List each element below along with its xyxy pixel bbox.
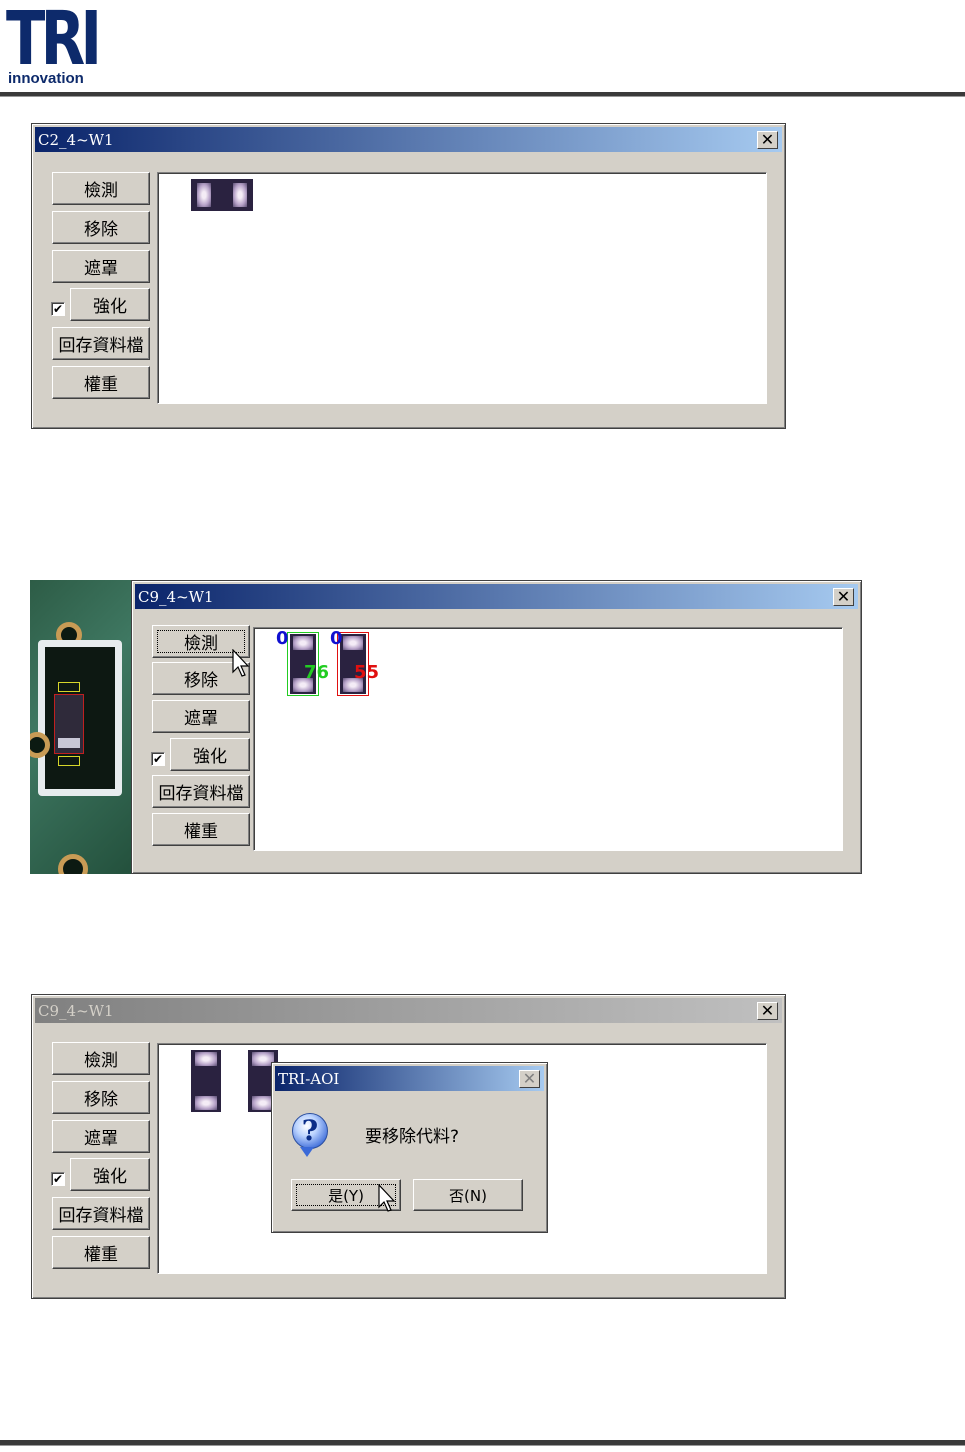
no-button[interactable]: 否(N) (413, 1179, 523, 1211)
confirm-dialog: TRI-AOI ✕ ? 要移除代料? 是(Y) 否(N) (271, 1062, 548, 1233)
component-thumbnail (191, 179, 253, 211)
image-panel[interactable] (157, 172, 767, 404)
window-title: C9_4~W1 (38, 1001, 114, 1020)
component-window-2: C9_4~W1 ✕ 檢測 移除 遮罩 ✔ 強化 回存資料檔 權重 0 76 0 … (131, 580, 862, 874)
detection-score: 55 (354, 662, 380, 683)
save-data-button[interactable]: 回存資料檔 (52, 1197, 150, 1230)
titlebar[interactable]: C9_4~W1 ✕ (135, 584, 858, 609)
enhance-button[interactable]: 強化 (170, 738, 250, 771)
window-title: C2_4~W1 (38, 130, 114, 149)
save-data-button[interactable]: 回存資料檔 (52, 327, 150, 360)
component-window-3: C9_4~W1 ✕ 檢測 移除 遮罩 ✔ 強化 回存資料檔 權重 TRI-AOI… (31, 994, 786, 1299)
save-data-button[interactable]: 回存資料檔 (152, 775, 250, 808)
mask-button[interactable]: 遮罩 (52, 250, 150, 283)
component-window-1: C2_4~W1 ✕ 檢測 移除 遮罩 ✔ 強化 回存資料檔 權重 (31, 123, 786, 429)
logo-wordmark: TRI (6, 0, 102, 82)
detection-index: 0 (276, 628, 289, 649)
enhance-checkbox[interactable]: ✔ (51, 1172, 65, 1186)
mask-button[interactable]: 遮罩 (52, 1120, 150, 1153)
inspect-button[interactable]: 檢測 (52, 1042, 150, 1075)
enhance-button[interactable]: 強化 (70, 288, 150, 321)
dialog-message: 要移除代料? (365, 1127, 460, 1147)
dialog-title: TRI-AOI (278, 1069, 340, 1088)
footer-divider (0, 1440, 965, 1446)
component-thumbnail (191, 1050, 221, 1112)
close-button[interactable]: ✕ (757, 131, 778, 149)
weight-button[interactable]: 權重 (52, 366, 150, 399)
close-button[interactable]: ✕ (833, 588, 854, 606)
header-divider (0, 92, 965, 97)
mouse-cursor-icon (232, 649, 250, 677)
dialog-titlebar[interactable]: TRI-AOI ✕ (275, 1066, 544, 1091)
inspect-button[interactable]: 檢測 (52, 172, 150, 205)
mouse-cursor-icon (378, 1184, 396, 1212)
titlebar[interactable]: C2_4~W1 ✕ (35, 127, 782, 152)
titlebar[interactable]: C9_4~W1 ✕ (35, 998, 782, 1023)
weight-button[interactable]: 權重 (152, 813, 250, 846)
pcb-photo (30, 580, 134, 874)
question-icon: ? (292, 1113, 328, 1149)
enhance-checkbox[interactable]: ✔ (151, 752, 165, 766)
remove-button[interactable]: 移除 (52, 211, 150, 244)
remove-button[interactable]: 移除 (52, 1081, 150, 1114)
tri-logo: TRI innovation (6, 0, 118, 90)
mask-button[interactable]: 遮罩 (152, 700, 250, 733)
close-button[interactable]: ✕ (757, 1002, 778, 1020)
enhance-button[interactable]: 強化 (70, 1158, 150, 1191)
weight-button[interactable]: 權重 (52, 1236, 150, 1269)
logo-tagline: innovation (8, 70, 84, 87)
image-panel[interactable]: 0 76 0 55 (253, 627, 843, 851)
close-button[interactable]: ✕ (519, 1070, 540, 1088)
detection-index: 0 (330, 628, 343, 649)
window-title: C9_4~W1 (138, 587, 214, 606)
detection-score: 76 (304, 662, 330, 683)
enhance-checkbox[interactable]: ✔ (51, 302, 65, 316)
